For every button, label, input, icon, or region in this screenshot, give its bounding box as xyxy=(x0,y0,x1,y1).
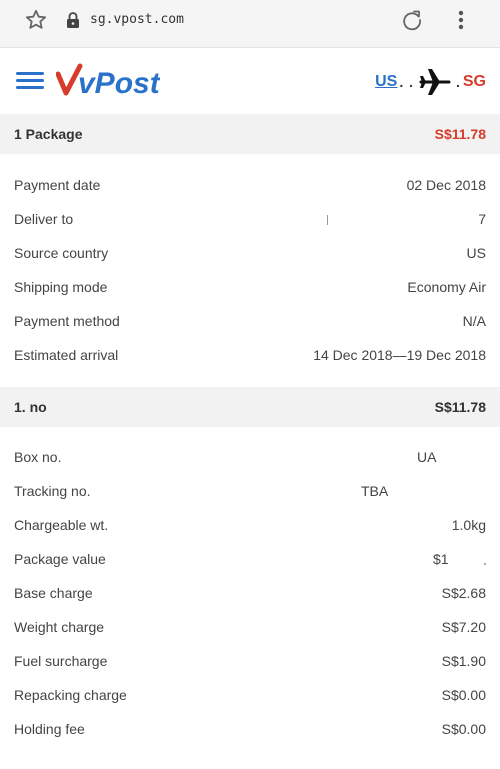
detail-row-shipping-mode: Shipping mode Economy Air xyxy=(0,270,500,304)
item-label: Tracking no. xyxy=(14,483,91,499)
detail-label: Deliver to xyxy=(14,211,74,227)
detail-label: Estimated arrival xyxy=(14,347,119,363)
item-value: TBA xyxy=(361,483,389,499)
item-value: S$7.20 xyxy=(441,619,486,635)
payment-details: Payment date 02 Dec 2018 Deliver to 7 So… xyxy=(0,168,500,372)
item-row-weight-charge: Weight charge S$7.20 xyxy=(0,610,500,644)
item-value: S$1.90 xyxy=(441,653,486,669)
item-value: S$0.00 xyxy=(441,721,486,737)
url-bar[interactable]: sg.vpost.com xyxy=(90,12,184,27)
item-name: 1. no xyxy=(14,399,47,415)
more-vert-icon[interactable] xyxy=(449,8,473,32)
detail-row-payment-date: Payment date 02 Dec 2018 xyxy=(0,168,500,202)
item-details: Box no. UA Tracking no. TBA Chargeable w… xyxy=(0,440,500,746)
item-value: UA xyxy=(417,449,437,465)
item-row-base-charge: Base charge S$2.68 xyxy=(0,576,500,610)
route-indicator: US . . . SG xyxy=(375,68,486,96)
item-label: Weight charge xyxy=(14,619,105,635)
item-label: Box no. xyxy=(14,449,62,465)
route-dots-left: . . xyxy=(399,74,414,90)
route-to-label: SG xyxy=(462,73,486,90)
detail-row-estimated-arrival: Estimated arrival 14 Dec 2018—19 Dec 201… xyxy=(0,338,500,372)
detail-value: 14 Dec 2018—19 Dec 2018 xyxy=(313,347,486,363)
detail-label: Payment method xyxy=(14,313,120,329)
item-total: S$11.78 xyxy=(434,399,486,415)
detail-label: Payment date xyxy=(14,177,101,193)
item-row-package-value: Package value $1 xyxy=(0,542,500,576)
detail-row-deliver-to: Deliver to 7 xyxy=(0,202,500,236)
detail-label: Shipping mode xyxy=(14,279,108,295)
item-value: 1.0kg xyxy=(451,517,486,533)
browser-toolbar: sg.vpost.com xyxy=(0,0,500,48)
item-row-box-no: Box no. UA xyxy=(0,440,500,474)
item-row-chargeable-weight: Chargeable wt. 1.0kg xyxy=(0,508,500,542)
detail-label: Source country xyxy=(14,245,109,261)
logo-text: vPost xyxy=(78,67,160,100)
item-value: $1 xyxy=(433,551,449,567)
item-row-repacking-charge: Repacking charge S$0.00 xyxy=(0,678,500,712)
detail-row-payment-method: Payment method N/A xyxy=(0,304,500,338)
detail-value: 7 xyxy=(478,211,486,227)
package-count: 1 Package xyxy=(14,126,83,142)
item-row-holding-fee: Holding fee S$0.00 xyxy=(0,712,500,746)
item-label: Repacking charge xyxy=(14,687,127,703)
detail-value: US xyxy=(466,245,486,261)
item-header[interactable]: 1. no S$11.78 xyxy=(0,387,500,427)
reload-icon[interactable] xyxy=(400,8,424,32)
airplane-icon xyxy=(419,69,451,95)
detail-row-source-country: Source country US xyxy=(0,236,500,270)
redacted-text-mark xyxy=(484,563,486,565)
menu-icon[interactable] xyxy=(16,72,44,92)
item-label: Holding fee xyxy=(14,721,85,737)
route-from-link[interactable]: US xyxy=(375,73,397,91)
item-label: Fuel surcharge xyxy=(14,653,108,669)
detail-value: Economy Air xyxy=(407,279,486,295)
item-value: S$0.00 xyxy=(441,687,486,703)
item-label: Chargeable wt. xyxy=(14,517,109,533)
site-header: vPost US . . . SG xyxy=(0,48,500,114)
detail-value: 02 Dec 2018 xyxy=(406,177,486,193)
detail-value: N/A xyxy=(462,313,486,329)
package-summary-header[interactable]: 1 Package S$11.78 xyxy=(0,114,500,154)
lock-icon xyxy=(67,12,79,28)
star-icon[interactable] xyxy=(24,8,48,32)
item-value: S$2.68 xyxy=(441,585,486,601)
redacted-text-mark xyxy=(327,215,328,225)
item-label: Package value xyxy=(14,551,106,567)
vpost-logo[interactable]: vPost xyxy=(56,60,160,100)
package-total: S$11.78 xyxy=(434,126,486,142)
item-label: Base charge xyxy=(14,585,93,601)
route-dots-right: . xyxy=(455,74,461,90)
item-row-fuel-surcharge: Fuel surcharge S$1.90 xyxy=(0,644,500,678)
item-row-tracking-no: Tracking no. TBA xyxy=(0,474,500,508)
